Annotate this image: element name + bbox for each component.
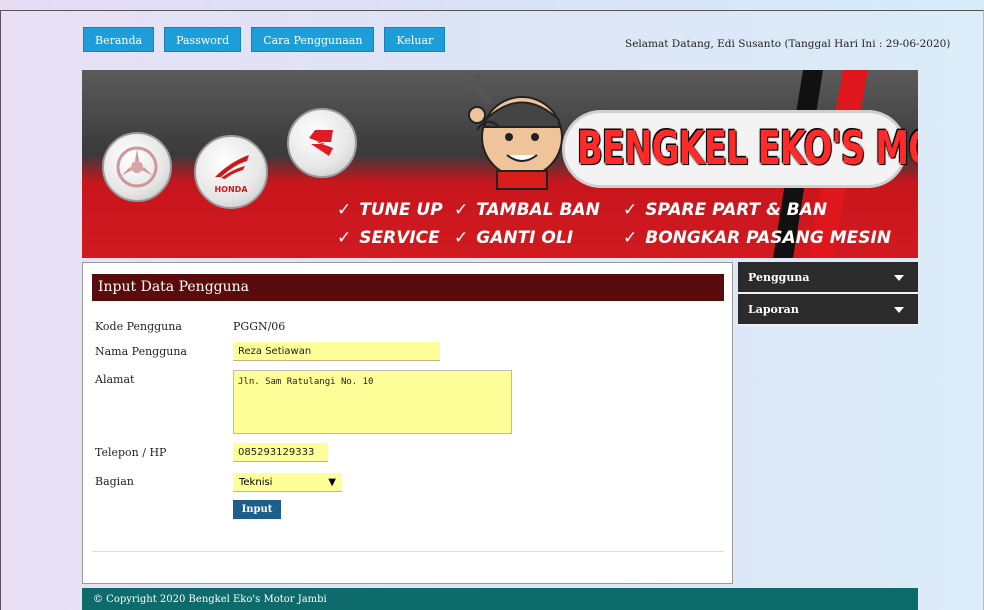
nav-cara-penggunaan-button[interactable]: Cara Penggunaan (251, 27, 375, 52)
banner-title: BENGKEL EKO'S MOTOR JAMBI (577, 122, 918, 176)
honda-logo: HONDA (194, 135, 268, 209)
nav-password-button[interactable]: Password (164, 27, 242, 52)
footer: © Copyright 2020 Bengkel Eko's Motor Jam… (82, 588, 918, 610)
service-bongkar-pasang: ✓ BONGKAR PASANG MESIN (623, 228, 892, 248)
top-nav: Beranda Password Cara Penggunaan Keluar (83, 27, 446, 52)
check-icon: ✓ (337, 228, 352, 248)
yamaha-logo (102, 132, 172, 202)
bagian-selected-value: Teknisi (239, 477, 273, 488)
service-tune-up: ✓ TUNE UP (337, 200, 443, 220)
check-icon: ✓ (454, 200, 469, 220)
bagian-select[interactable]: Teknisi ▼ (233, 473, 342, 492)
telepon-label: Telepon / HP (95, 446, 167, 459)
check-icon: ✓ (623, 228, 638, 248)
nama-pengguna-label: Nama Pengguna (95, 345, 187, 358)
check-icon: ✓ (454, 228, 469, 248)
suzuki-s-icon (309, 130, 333, 156)
service-spare-part: ✓ SPARE PART & BAN (623, 200, 828, 220)
main-panel: Input Data Pengguna Kode Pengguna PGGN/0… (82, 262, 733, 584)
chevron-down-icon: ▼ (328, 477, 336, 488)
form-title: Input Data Pengguna (92, 274, 724, 301)
nav-keluar-button[interactable]: Keluar (384, 27, 446, 52)
telepon-input[interactable] (233, 443, 328, 462)
sidebar-item-label: Laporan (748, 303, 799, 316)
welcome-text: Selamat Datang, Edi Susanto (Tanggal Har… (625, 38, 951, 50)
kode-pengguna-label: Kode Pengguna (95, 320, 182, 333)
honda-wing-icon (215, 154, 249, 179)
nav-beranda-button[interactable]: Beranda (83, 27, 155, 52)
panel-divider (92, 551, 724, 552)
check-icon: ✓ (623, 200, 638, 220)
alamat-label: Alamat (95, 373, 135, 386)
caret-down-icon (894, 307, 904, 313)
suzuki-logo (287, 108, 357, 178)
sidebar-item-label: Pengguna (748, 271, 810, 284)
caret-down-icon (894, 275, 904, 281)
check-icon: ✓ (337, 200, 352, 220)
service-tambal-ban: ✓ TAMBAL BAN (454, 200, 600, 220)
sidebar-item-laporan[interactable]: Laporan (738, 294, 918, 326)
sidebar: Pengguna Laporan (738, 262, 918, 326)
service-ganti-oli: ✓ GANTI OLI (454, 228, 574, 248)
bagian-label: Bagian (95, 475, 134, 488)
service-service: ✓ SERVICE (337, 228, 440, 248)
input-submit-button[interactable]: Input (233, 500, 281, 519)
header-banner: HONDA BENGKEL EKO'S MOTOR JAMBI ✓TUNE UP… (82, 70, 918, 258)
nama-pengguna-input[interactable] (233, 342, 440, 361)
alamat-textarea[interactable]: Jln. Sam Ratulangi No. 10 (233, 370, 512, 434)
mechanic-mascot-icon (467, 75, 563, 190)
kode-pengguna-value: PGGN/06 (233, 320, 286, 333)
honda-wordmark: HONDA (214, 184, 248, 194)
yamaha-emblem-icon (116, 146, 158, 188)
sidebar-item-pengguna[interactable]: Pengguna (738, 262, 918, 294)
